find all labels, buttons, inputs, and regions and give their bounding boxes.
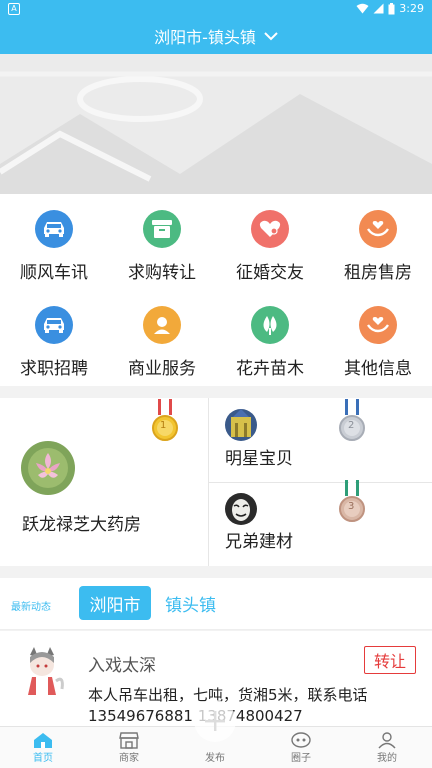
post-line: 本人吊车出租，七吨，货湘5米，联系电话 [88,686,368,704]
category-business[interactable]: 商业服务 [108,290,216,386]
category-plants[interactable]: 花卉苗木 [216,290,324,386]
image-placeholder-icon [0,54,432,194]
clock: 3:29 [399,2,424,15]
merchant-ranking: 1 跃龙禄芝大药房 2 明星宝贝 3 兄弟建材 [0,398,432,566]
plus-icon [205,711,225,731]
wifi-icon [356,3,369,14]
category-label: 其他信息 [344,359,412,379]
tab-city[interactable]: 浏阳市 [79,586,151,620]
tree-icon [251,306,289,344]
nav-home[interactable]: 首页 [0,727,86,768]
post-content: 本人吊车出租，七吨，货湘5米，联系电话 13549676881 13874800… [88,685,428,727]
notification-icon: A [8,3,20,15]
car-icon [35,306,73,344]
person-icon [143,306,181,344]
rank-first-card[interactable]: 1 跃龙禄芝大药房 [0,398,208,566]
status-bar: A 3:29 [0,0,432,18]
tab-town[interactable]: 镇头镇 [165,586,216,620]
nav-label: 圈子 [291,753,311,764]
banner-image[interactable] [0,54,432,194]
merchant-name: 兄弟建材 [225,532,293,552]
user-icon [378,732,396,749]
circle-icon [291,732,311,748]
nav-label: 商家 [119,753,139,764]
category-label: 商业服务 [128,359,196,379]
publish-button[interactable] [194,700,236,742]
category-label: 花卉苗木 [236,359,304,379]
post-line: 13549676881 13874800427 [88,707,303,725]
medal-rank: 3 [348,501,355,512]
category-label: 征婚交友 [236,263,304,283]
avatar [225,493,257,525]
merchant-name: 明星宝贝 [225,449,293,469]
car-icon [35,210,73,248]
nav-label: 发布 [205,753,225,764]
category-badge: 转让 [364,646,416,674]
medal-rank: 1 [160,420,167,431]
hand-heart-icon [359,210,397,248]
category-other[interactable]: 其他信息 [324,290,432,386]
hand-heart-icon [359,306,397,344]
box-icon [143,210,181,248]
category-label: 求职招聘 [20,359,88,379]
nav-profile[interactable]: 我的 [344,727,430,768]
signal-icon [373,3,384,14]
rank-third-card[interactable]: 3 兄弟建材 [209,480,432,566]
medal-rank: 2 [348,420,355,431]
location-selector[interactable]: 浏阳市-镇头镇 [0,18,432,54]
category-housing[interactable]: 租房售房 [324,194,432,290]
post-author[interactable]: 入戏太深 [88,651,156,676]
battery-icon [388,2,395,14]
category-dating[interactable]: 征婚交友 [216,194,324,290]
latest-news-tag: 最新动态 [11,602,51,613]
avatar [16,645,68,701]
avatar [21,441,75,495]
category-label: 求购转让 [128,263,196,283]
page-title: 浏阳市-镇头镇 [154,28,256,47]
nav-label: 我的 [377,753,397,764]
category-buy-sell[interactable]: 求购转让 [108,194,216,290]
feed-tabs: 最新动态 浏阳市 镇头镇 [0,578,432,630]
rank-second-card[interactable]: 2 明星宝贝 [209,398,432,482]
shop-icon [119,732,139,749]
home-icon [34,733,52,748]
nav-shop[interactable]: 商家 [86,727,172,768]
category-label: 租房售房 [344,263,412,283]
category-label: 顺风车讯 [20,263,88,283]
category-rideshare[interactable]: 顺风车讯 [0,194,108,290]
merchant-name: 跃龙禄芝大药房 [22,515,141,535]
heart-icon [251,210,289,248]
nav-circle[interactable]: 圈子 [258,727,344,768]
nav-label: 首页 [33,753,53,764]
avatar [225,409,257,441]
category-jobs[interactable]: 求职招聘 [0,290,108,386]
category-grid: 顺风车讯 求购转让 征婚交友 租房售房 求职招聘 商业服务 花卉苗木 其他信息 [0,194,432,386]
chevron-down-icon [264,31,278,40]
